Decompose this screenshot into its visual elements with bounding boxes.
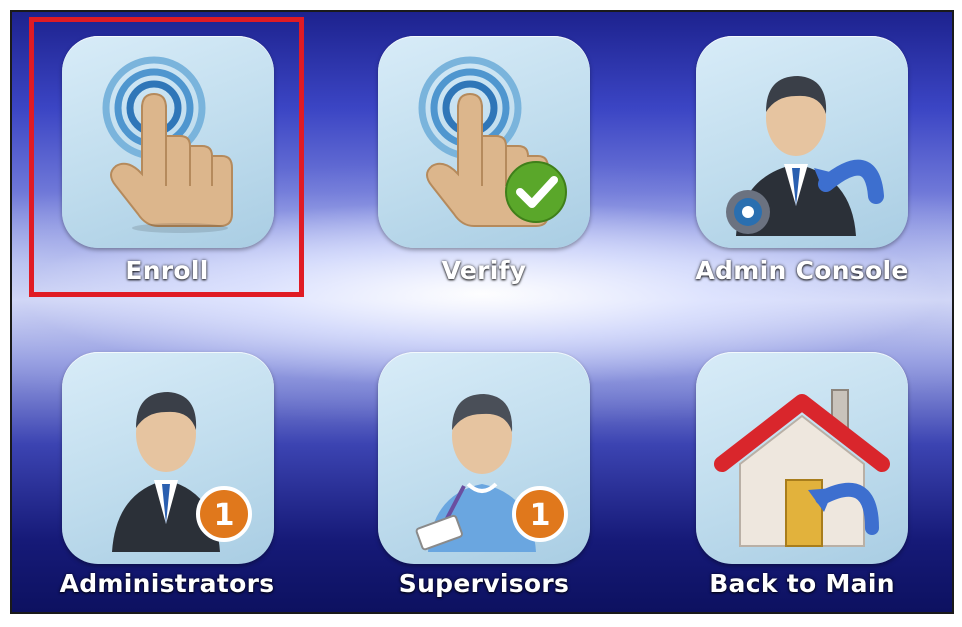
administrators-label[interactable]: Administrators — [17, 569, 317, 598]
fingerprint-touch-icon — [102, 56, 233, 233]
back-to-main-label[interactable]: Back to Main — [652, 569, 952, 598]
admin-console-button[interactable] — [696, 36, 908, 248]
back-to-main-button[interactable] — [696, 352, 908, 564]
fingerprint-verify-icon — [418, 56, 567, 227]
admin-console-label[interactable]: Admin Console — [652, 256, 952, 285]
enroll-button[interactable] — [62, 36, 274, 248]
supervisors-button[interactable]: 1 — [378, 352, 590, 564]
admin-console-icon — [726, 76, 884, 236]
administrators-badge: 1 — [214, 498, 235, 533]
home-back-icon — [714, 389, 890, 547]
verify-button[interactable] — [378, 36, 590, 248]
enroll-label[interactable]: Enroll — [17, 256, 317, 285]
supervisor-icon: 1 — [415, 394, 568, 552]
administrators-button[interactable]: 1 — [62, 352, 274, 564]
supervisors-label[interactable]: Supervisors — [334, 569, 634, 598]
administrator-icon: 1 — [112, 392, 252, 552]
main-menu-screen: Enroll Verify Admin Console 1 Administra… — [10, 10, 954, 614]
supervisors-badge: 1 — [530, 498, 551, 533]
verify-label[interactable]: Verify — [334, 256, 634, 285]
